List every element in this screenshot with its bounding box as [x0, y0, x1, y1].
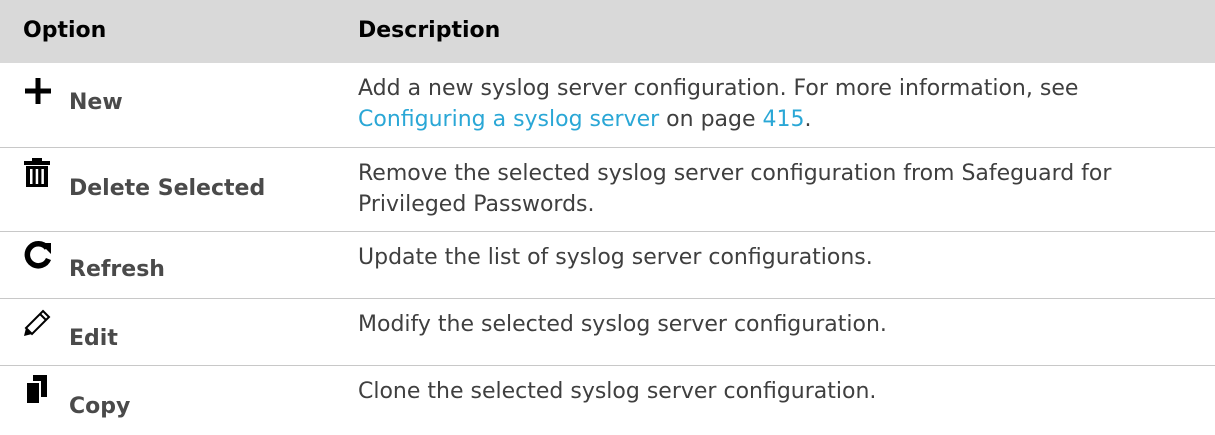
option-new[interactable]: New [23, 63, 343, 147]
description-text-post: . [804, 107, 812, 132]
link-page-415[interactable]: 415 [763, 107, 805, 132]
option-label-copy: Copy [69, 394, 131, 419]
table-header: Option Description [0, 0, 1215, 63]
copy-icon [23, 374, 51, 410]
table-row-new: New Add a new syslog server configuratio… [0, 63, 1215, 148]
option-label-edit: Edit [69, 326, 118, 351]
link-configuring-syslog-server[interactable]: Configuring a syslog server [358, 107, 659, 132]
table-row-delete-selected: Delete Selected Remove the selected sysl… [0, 148, 1215, 232]
option-copy[interactable]: Copy [23, 366, 343, 435]
table-row-edit: Edit Modify the selected syslog server c… [0, 299, 1215, 366]
refresh-icon [23, 240, 53, 274]
header-option: Option [23, 18, 107, 43]
description-new: Add a new syslog server configuration. F… [358, 73, 1178, 135]
description-edit: Modify the selected syslog server config… [358, 312, 887, 337]
option-refresh[interactable]: Refresh [23, 232, 343, 298]
table-row-refresh: Refresh Update the list of syslog server… [0, 232, 1215, 299]
description-copy: Clone the selected syslog server configu… [358, 379, 877, 404]
pencil-icon [23, 309, 51, 341]
description-delete-selected: Remove the selected syslog server config… [358, 161, 1112, 217]
description-refresh: Update the list of syslog server configu… [358, 245, 873, 270]
description-text-pre: Add a new syslog server configuration. F… [358, 76, 1079, 101]
plus-icon [23, 76, 53, 110]
option-label-new: New [69, 90, 123, 115]
description-text-mid: on page [659, 107, 763, 132]
trash-icon [23, 158, 51, 192]
option-label-delete-selected: Delete Selected [69, 176, 266, 201]
table-row-copy: Copy Clone the selected syslog server co… [0, 366, 1215, 435]
option-delete-selected[interactable]: Delete Selected [23, 148, 343, 231]
option-label-refresh: Refresh [69, 257, 165, 282]
header-description: Description [358, 18, 501, 43]
option-edit[interactable]: Edit [23, 299, 343, 365]
